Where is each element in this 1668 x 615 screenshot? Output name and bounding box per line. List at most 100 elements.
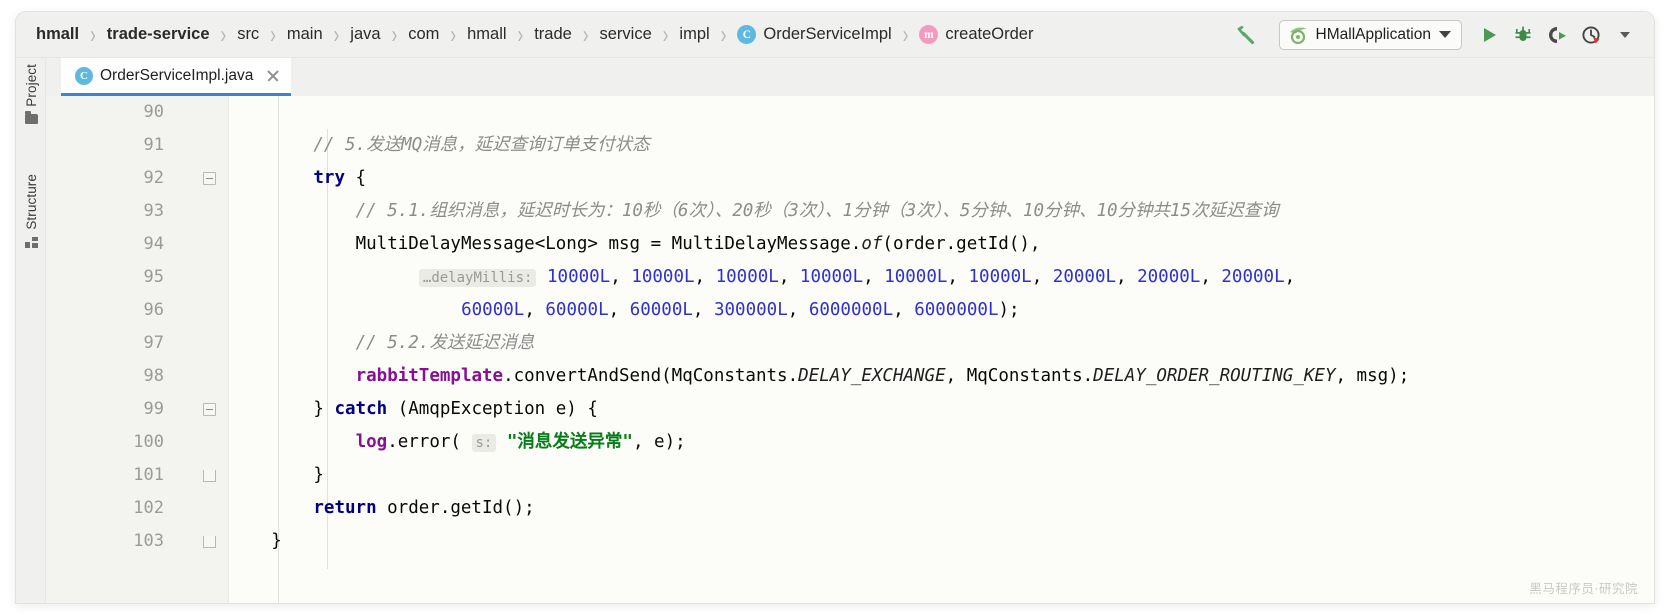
line-number: 98	[143, 366, 164, 386]
code-line[interactable]: 103}	[46, 525, 1654, 558]
more-actions-button[interactable]	[1610, 20, 1640, 50]
tool-window-project-label: Project	[23, 64, 39, 107]
profiler-button[interactable]	[1576, 20, 1606, 50]
code-line[interactable]: 96 60000L, 60000L, 60000L, 300000L, 60000…	[46, 294, 1654, 327]
fold-end-icon	[202, 469, 216, 482]
close-icon[interactable]	[265, 68, 281, 84]
debug-button[interactable]	[1508, 20, 1538, 50]
breadcrumb-item-trade[interactable]: trade	[532, 23, 574, 46]
code-line[interactable]: 94 MultiDelayMessage<Long> msg = MultiDel…	[46, 228, 1654, 261]
code-text: MultiDelayMessage<Long> msg = MultiDelay…	[356, 228, 1041, 261]
code-editor[interactable]: 90 91// 5.发送MQ消息，延迟查询订单支付状态 92 try {93// 5.…	[46, 96, 1654, 603]
line-number: 101	[133, 465, 164, 485]
code-line[interactable]: 92 try {	[46, 162, 1654, 195]
breadcrumb[interactable]: hmall › trade-service › src › main › java › com › hm…	[16, 12, 1231, 58]
run-button[interactable]	[1474, 20, 1504, 50]
fold-marker[interactable]	[198, 393, 220, 426]
code-text: return order.getId();	[313, 492, 534, 525]
line-number: 94	[143, 234, 164, 254]
run-configuration-name: HMallApplication	[1315, 25, 1431, 43]
coverage-icon	[1549, 26, 1566, 43]
breadcrumb-item-hmall[interactable]: hmall	[465, 23, 508, 46]
fold-marker[interactable]	[198, 459, 220, 492]
class-icon: C	[737, 25, 757, 44]
code-token-plain: ,	[787, 300, 809, 320]
breadcrumb-separator: ›	[450, 20, 457, 48]
folder-icon	[24, 110, 38, 124]
fold-marker[interactable]	[198, 525, 220, 558]
code-line[interactable]: 93 // 5.1.组织消息，延迟时长为：10秒（6次）、20秒（3次）、1分钟（…	[46, 195, 1654, 228]
breadcrumb-item-orderserviceimpl[interactable]: C OrderServiceImpl	[735, 23, 893, 46]
code-token-plain: ,	[863, 266, 885, 287]
structure-icon	[24, 236, 38, 248]
editor-tab-orderserviceimpl[interactable]: C OrderServiceImpl.java	[61, 58, 292, 96]
breadcrumb-item-com[interactable]: com	[406, 23, 441, 46]
breadcrumb-item-label: service	[599, 25, 652, 43]
code-token-plain: ,	[947, 266, 969, 287]
hammer-icon	[1237, 25, 1254, 44]
breadcrumb-item-trade-service[interactable]: trade-service	[105, 23, 212, 46]
code-token-plain: ,	[1031, 266, 1053, 287]
code-line[interactable]: 100 log.error( s: "消息发送异常", e);	[46, 426, 1654, 459]
breadcrumb-item-label: createOrder	[945, 25, 1034, 43]
code-token-plain: ,	[1116, 266, 1138, 287]
breadcrumb-item-src[interactable]: src	[235, 23, 261, 46]
breadcrumb-separator: ›	[90, 20, 96, 48]
code-line[interactable]: 90	[46, 96, 1654, 129]
code-token-fld: rabbitTemplate	[355, 366, 504, 386]
code-token-num: 20000L	[1137, 266, 1201, 287]
breadcrumb-item-java[interactable]: java	[348, 23, 382, 46]
code-token-cmt: // 5.2.发送延迟消息	[355, 333, 535, 353]
code-token-num: 60000L	[545, 300, 609, 320]
ide-window: hmall › trade-service › src › main › java › com › hm…	[16, 12, 1654, 603]
code-token-num: 10000L	[968, 266, 1032, 287]
code-line[interactable]: 99} catch (AmqpException e) {	[46, 393, 1654, 426]
code-text: // 5.2.发送延迟消息	[356, 327, 535, 360]
code-token-plain: ,	[893, 300, 915, 320]
line-number: 102	[133, 498, 164, 518]
code-line[interactable]: 91 // 5.发送MQ消息，延迟查询订单支付状态	[46, 129, 1654, 162]
breadcrumb-item-createorder[interactable]: m createOrder	[917, 23, 1035, 46]
breadcrumb-item-main[interactable]: main	[285, 23, 325, 46]
line-number: 97	[143, 333, 164, 353]
code-line[interactable]: 97 // 5.2.发送延迟消息	[46, 327, 1654, 360]
code-token-num: 10000L	[884, 266, 948, 287]
breadcrumb-separator: ›	[902, 20, 909, 48]
code-text: log.error( s: "消息发送异常", e);	[356, 426, 686, 460]
code-token-plain: ,	[610, 266, 632, 287]
fold-marker[interactable]	[198, 162, 220, 195]
editor-tab-bar: C OrderServiceImpl.java	[46, 58, 1654, 96]
tool-window-project[interactable]: Project	[16, 64, 46, 124]
breadcrumb-separator: ›	[220, 20, 227, 48]
breadcrumb-item-hmall[interactable]: hmall	[34, 23, 81, 46]
breadcrumb-item-service[interactable]: service	[597, 23, 653, 46]
breadcrumb-item-label: OrderServiceImpl	[763, 25, 892, 43]
line-number: 103	[133, 531, 164, 551]
tool-window-structure[interactable]: Structure	[16, 174, 46, 248]
code-text: }	[313, 459, 324, 492]
breadcrumb-item-label: hmall	[467, 25, 507, 43]
code-token-str: "消息发送异常"	[496, 431, 633, 452]
build-project-button[interactable]	[1231, 20, 1261, 50]
code-line[interactable]: 101}	[46, 459, 1654, 492]
code-token-stat: DELAY_ORDER_ROUTING_KEY	[1093, 366, 1336, 386]
code-token-cmt: // 5.1.组织消息，延迟时长为：10秒（6次）、20秒（3次）、1分钟（3次…	[355, 201, 1279, 221]
code-line[interactable]: 95 …delayMillis: 10000L, 10000L, 10000L, …	[46, 261, 1654, 294]
breadcrumb-item-impl[interactable]: impl	[677, 23, 711, 46]
breadcrumb-item-label: java	[350, 25, 381, 43]
code-line[interactable]: 98 rabbitTemplate.convertAndSend(MqConsta…	[46, 360, 1654, 393]
line-number: 95	[143, 267, 164, 287]
breadcrumb-separator: ›	[720, 20, 727, 48]
code-token-num: 10000L	[631, 266, 695, 287]
code-token-plain: ,	[692, 300, 714, 320]
bug-icon	[1515, 26, 1531, 41]
run-configuration-selector[interactable]: HMallApplication	[1278, 19, 1462, 50]
code-token-plain: order.getId();	[376, 498, 535, 518]
code-token-plain: }	[271, 531, 282, 551]
line-number: 96	[143, 300, 164, 320]
run-with-coverage-button[interactable]	[1542, 20, 1572, 50]
code-text: try {	[313, 162, 366, 195]
code-line[interactable]: 102 return order.getId();	[46, 492, 1654, 525]
chevron-down-icon	[1439, 31, 1451, 38]
line-number: 100	[133, 432, 164, 452]
